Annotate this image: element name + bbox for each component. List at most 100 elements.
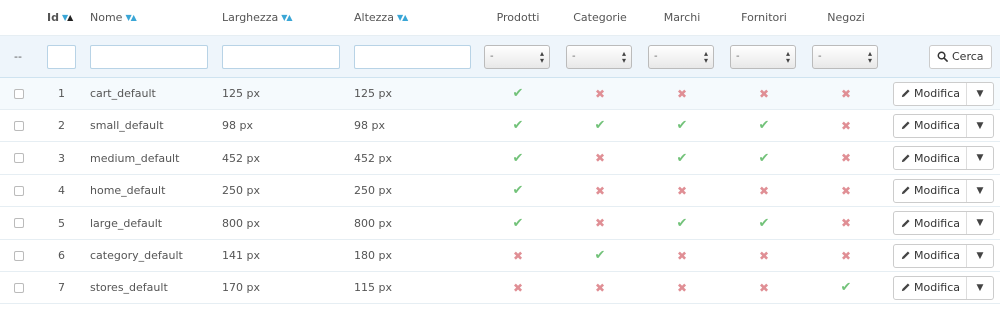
sort-icon[interactable]: ▼▲ (281, 13, 292, 22)
row-checkbox[interactable] (14, 120, 24, 131)
pencil-icon (901, 186, 910, 195)
cross-icon[interactable]: ✖ (677, 249, 687, 263)
cross-icon[interactable]: ✖ (841, 249, 851, 263)
edit-button[interactable]: Modifica (894, 114, 967, 137)
cross-icon[interactable]: ✖ (677, 281, 687, 295)
cross-icon[interactable]: ✖ (759, 249, 769, 263)
cell-name: large_default (90, 216, 163, 230)
check-icon[interactable]: ✔ (841, 280, 852, 295)
check-icon[interactable]: ✔ (677, 151, 688, 166)
check-icon[interactable]: ✔ (513, 118, 524, 133)
sort-icon[interactable]: ▼▲ (125, 13, 136, 22)
header-id[interactable]: Id ▼▲ (47, 0, 73, 35)
check-icon[interactable]: ✔ (677, 216, 688, 231)
dropdown-toggle[interactable]: ▼ (967, 212, 993, 234)
cross-icon[interactable]: ✖ (841, 87, 851, 101)
cross-icon[interactable]: ✖ (595, 281, 605, 295)
sort-icon[interactable]: ▼▲ (62, 13, 73, 22)
cell-width: 452 px (222, 151, 260, 165)
check-icon[interactable]: ✔ (513, 183, 524, 198)
cross-icon[interactable]: ✖ (595, 151, 605, 165)
row-checkbox[interactable] (14, 185, 24, 196)
dropdown-toggle[interactable]: ▼ (967, 147, 993, 169)
cross-icon[interactable]: ✖ (841, 151, 851, 165)
filter-height-input[interactable] (354, 44, 471, 69)
edit-button[interactable]: Modifica (894, 147, 967, 170)
table-row[interactable]: 5 large_default 800 px 800 px ✔ ✖ ✔ ✔ ✖ Modifica ▼ (0, 207, 1000, 240)
bulk-label: -- (14, 50, 22, 63)
cross-icon[interactable]: ✖ (513, 249, 523, 263)
filter-stores-select[interactable]: - ▴ ▾ (812, 44, 878, 69)
check-icon[interactable]: ✔ (595, 118, 606, 133)
table-row[interactable]: 1 cart_default 125 px 125 px ✔ ✖ ✖ ✖ ✖ Modifica ▼ (0, 78, 1000, 110)
dropdown-toggle[interactable]: ▼ (967, 83, 993, 105)
filter-id-input[interactable] (47, 44, 76, 69)
edit-button-group: Modifica ▼ (893, 81, 994, 106)
dropdown-toggle[interactable]: ▼ (967, 180, 993, 202)
dropdown-toggle[interactable]: ▼ (967, 245, 993, 267)
header-name[interactable]: Nome ▼▲ (90, 0, 137, 35)
row-checkbox[interactable] (14, 218, 24, 229)
row-checkbox[interactable] (14, 282, 24, 293)
select-arrows-icon: ▴ ▾ (785, 48, 790, 65)
edit-button[interactable]: Modifica (894, 276, 967, 299)
table-row[interactable]: 3 medium_default 452 px 452 px ✔ ✖ ✔ ✔ ✖ Modifica… (0, 142, 1000, 175)
cross-icon[interactable]: ✖ (513, 281, 523, 295)
check-icon[interactable]: ✔ (759, 216, 770, 231)
table-row[interactable]: 7 stores_default 170 px 115 px ✖ ✖ ✖ ✖ ✔ Modifica… (0, 272, 1000, 305)
cross-icon[interactable]: ✖ (595, 216, 605, 230)
filter-products-select[interactable]: - ▴ ▾ (484, 44, 550, 69)
cell-width: 98 px (222, 119, 253, 133)
filter-width-input[interactable] (222, 44, 340, 69)
check-icon[interactable]: ✔ (677, 118, 688, 133)
select-arrows-icon: ▴ ▾ (539, 48, 544, 65)
row-checkbox[interactable] (14, 88, 24, 99)
dropdown-toggle[interactable]: ▼ (967, 115, 993, 137)
edit-button-group: Modifica ▼ (893, 275, 994, 300)
caret-down-icon: ▼ (976, 250, 984, 261)
filter-name-input[interactable] (90, 44, 208, 69)
check-icon[interactable]: ✔ (759, 118, 770, 133)
table-row[interactable]: 2 small_default 98 px 98 px ✔ ✔ ✔ ✔ ✖ Modifica ▼ (0, 110, 1000, 143)
cell-width: 141 px (222, 249, 260, 262)
table-row[interactable]: 6 category_default 141 px 180 px ✖ ✔ ✖ ✖ ✖ Modifi… (0, 240, 1000, 272)
cross-icon[interactable]: ✖ (759, 184, 769, 198)
header-categories: Categorie (566, 0, 634, 35)
pencil-icon (901, 89, 910, 98)
dropdown-toggle[interactable]: ▼ (967, 277, 993, 299)
filter-brands-select[interactable]: - ▴ ▾ (648, 44, 714, 69)
table-row[interactable]: 4 home_default 250 px 250 px ✔ ✖ ✖ ✖ ✖ Modifica ▼ (0, 175, 1000, 208)
cross-icon[interactable]: ✖ (841, 119, 851, 133)
filter-categories-select[interactable]: - ▴ ▾ (566, 44, 632, 69)
header-width[interactable]: Larghezza ▼▲ (222, 0, 293, 35)
sort-icon[interactable]: ▼▲ (397, 13, 408, 22)
cross-icon[interactable]: ✖ (595, 184, 605, 198)
caret-down-icon: ▼ (976, 88, 984, 99)
header-suppliers-label: Fornitori (741, 11, 787, 24)
check-icon[interactable]: ✔ (513, 151, 524, 166)
cross-icon[interactable]: ✖ (841, 216, 851, 230)
edit-button[interactable]: Modifica (894, 82, 967, 105)
cross-icon[interactable]: ✖ (595, 87, 605, 101)
cross-icon[interactable]: ✖ (677, 184, 687, 198)
header-stores-label: Negozi (827, 11, 865, 24)
check-icon[interactable]: ✔ (513, 216, 524, 231)
search-button[interactable]: Cerca (929, 44, 992, 69)
cross-icon[interactable]: ✖ (841, 184, 851, 198)
edit-button[interactable]: Modifica (894, 244, 967, 267)
cross-icon[interactable]: ✖ (759, 87, 769, 101)
edit-button[interactable]: Modifica (894, 179, 967, 202)
check-icon[interactable]: ✔ (759, 151, 770, 166)
check-icon[interactable]: ✔ (595, 248, 606, 263)
check-icon[interactable]: ✔ (513, 86, 524, 101)
filter-suppliers-select[interactable]: - ▴ ▾ (730, 44, 796, 69)
row-checkbox[interactable] (14, 153, 24, 164)
row-checkbox[interactable] (14, 250, 24, 261)
cross-icon[interactable]: ✖ (677, 87, 687, 101)
cell-name: cart_default (90, 87, 156, 100)
cross-icon[interactable]: ✖ (759, 281, 769, 295)
edit-button[interactable]: Modifica (894, 212, 967, 235)
table-header: Id ▼▲ Nome ▼▲ Larghezza ▼▲ Altezza ▼▲ Pr… (0, 0, 1000, 36)
header-height[interactable]: Altezza ▼▲ (354, 0, 408, 35)
edit-button-label: Modifica (914, 216, 960, 230)
